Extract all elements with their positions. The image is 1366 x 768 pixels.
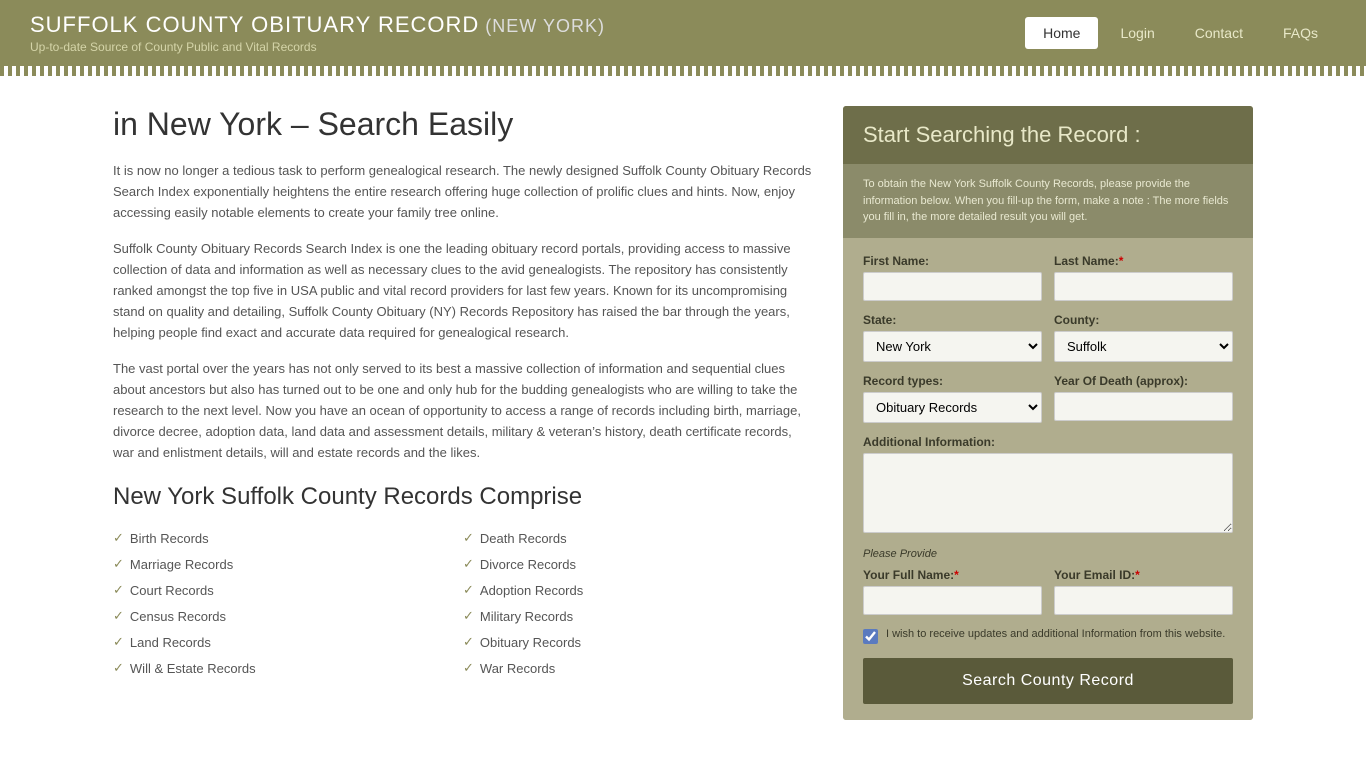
state-label: State: [863,313,1042,327]
list-item: ✓ Court Records [113,577,463,603]
check-icon: ✓ [463,582,474,598]
full-name-label: Your Full Name:* [863,568,1042,582]
check-icon: ✓ [463,556,474,572]
check-icon: ✓ [113,634,124,650]
page-header: SUFFOLK COUNTY OBITUARY RECORD (NEW YORK… [0,0,1366,66]
additional-info-textarea[interactable] [863,453,1233,533]
site-subtitle: Up-to-date Source of County Public and V… [30,40,605,54]
header-branding: SUFFOLK COUNTY OBITUARY RECORD (NEW YORK… [30,12,605,54]
newsletter-checkbox-label: I wish to receive updates and additional… [886,627,1225,642]
contact-row: Your Full Name:* Your Email ID:* [863,568,1233,615]
nav-faqs[interactable]: FAQs [1265,17,1336,49]
intro-paragraph-3: The vast portal over the years has not o… [113,359,813,463]
search-form-container: Start Searching the Record : To obtain t… [843,106,1253,720]
check-icon: ✓ [113,608,124,624]
email-input[interactable] [1054,586,1233,615]
search-county-record-button[interactable]: Search County Record [863,658,1233,704]
list-item: ✓ Adoption Records [463,577,813,603]
email-group: Your Email ID:* [1054,568,1233,615]
newsletter-checkbox-row: I wish to receive updates and additional… [863,627,1233,644]
year-of-death-label: Year Of Death (approx): [1054,374,1233,388]
form-body: First Name: Last Name:* State: N [843,238,1253,720]
site-title: SUFFOLK COUNTY OBITUARY RECORD (NEW YORK… [30,12,605,38]
records-col-right: ✓ Death Records ✓ Divorce Records ✓ Adop… [463,525,813,681]
form-description: To obtain the New York Suffolk County Re… [843,164,1253,238]
check-icon: ✓ [463,608,474,624]
nav-contact[interactable]: Contact [1177,17,1261,49]
last-name-label: Last Name:* [1054,254,1233,268]
form-heading: Start Searching the Record : [843,106,1253,164]
first-name-label: First Name: [863,254,1042,268]
last-name-group: Last Name:* [1054,254,1233,301]
list-item: ✓ Obituary Records [463,629,813,655]
state-group: State: New York California Texas Florida [863,313,1042,362]
intro-paragraph-2: Suffolk County Obituary Records Search I… [113,239,813,343]
page-title: in New York – Search Easily [113,106,813,143]
required-marker: * [954,568,959,582]
year-of-death-input[interactable] [1054,392,1233,421]
record-types-group: Record types: Obituary Records Birth Rec… [863,374,1042,423]
list-item: ✓ Divorce Records [463,551,813,577]
name-row: First Name: Last Name:* [863,254,1233,301]
list-item: ✓ Marriage Records [113,551,463,577]
required-marker: * [1135,568,1140,582]
county-group: County: Suffolk Nassau Queens Kings [1054,313,1233,362]
additional-info-group: Additional Information: [863,435,1233,536]
records-section-heading: New York Suffolk County Records Comprise [113,483,813,511]
check-icon: ✓ [463,660,474,676]
full-name-input[interactable] [863,586,1042,615]
county-select[interactable]: Suffolk Nassau Queens Kings [1054,331,1233,362]
last-name-input[interactable] [1054,272,1233,301]
newsletter-checkbox[interactable] [863,629,878,644]
email-label: Your Email ID:* [1054,568,1233,582]
check-icon: ✓ [463,530,474,546]
record-types-label: Record types: [863,374,1042,388]
list-item: ✓ Census Records [113,603,463,629]
intro-paragraph-1: It is now no longer a tedious task to pe… [113,161,813,223]
first-name-input[interactable] [863,272,1042,301]
record-types-select[interactable]: Obituary Records Birth Records Death Rec… [863,392,1042,423]
year-of-death-group: Year Of Death (approx): [1054,374,1233,423]
record-type-year-row: Record types: Obituary Records Birth Rec… [863,374,1233,423]
full-name-group: Your Full Name:* [863,568,1042,615]
first-name-group: First Name: [863,254,1042,301]
list-item: ✓ Birth Records [113,525,463,551]
nav-home[interactable]: Home [1025,17,1098,49]
main-content: in New York – Search Easily It is now no… [83,76,1283,750]
required-marker: * [1119,254,1124,268]
list-item: ✓ Military Records [463,603,813,629]
check-icon: ✓ [113,582,124,598]
list-item: ✓ War Records [463,655,813,681]
check-icon: ✓ [463,634,474,650]
records-col-left: ✓ Birth Records ✓ Marriage Records ✓ Cou… [113,525,463,681]
list-item: ✓ Will & Estate Records [113,655,463,681]
please-provide-label: Please Provide [863,548,1233,560]
state-county-row: State: New York California Texas Florida… [863,313,1233,362]
check-icon: ✓ [113,530,124,546]
list-item: ✓ Death Records [463,525,813,551]
state-select[interactable]: New York California Texas Florida [863,331,1042,362]
left-column: in New York – Search Easily It is now no… [113,106,813,720]
check-icon: ✓ [113,556,124,572]
right-column: Start Searching the Record : To obtain t… [843,106,1253,720]
list-item: ✓ Land Records [113,629,463,655]
additional-info-label: Additional Information: [863,435,1233,449]
check-icon: ✓ [113,660,124,676]
county-label: County: [1054,313,1233,327]
nav-login[interactable]: Login [1102,17,1172,49]
records-list: ✓ Birth Records ✓ Marriage Records ✓ Cou… [113,525,813,681]
dotted-separator [0,66,1366,76]
main-nav: Home Login Contact FAQs [1025,17,1336,49]
